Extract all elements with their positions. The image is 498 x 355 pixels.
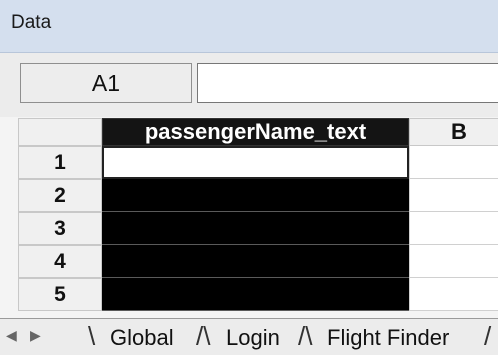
column-header-b[interactable]: B xyxy=(409,118,498,146)
name-box[interactable]: A1 xyxy=(20,63,192,103)
column-header-a[interactable]: passengerName_text xyxy=(102,118,409,146)
row-header[interactable]: 1 xyxy=(18,146,102,179)
row-header[interactable]: 2 xyxy=(18,179,102,212)
sheet-tab-bar: ◀ ▶ \ Global /\ Login /\ Flight Finder / xyxy=(0,318,498,355)
panel-titlebar: Data xyxy=(0,0,498,53)
triangle-right-icon[interactable]: ▶ xyxy=(30,327,41,344)
row-header[interactable]: 3 xyxy=(18,212,102,245)
cell-b5[interactable] xyxy=(409,278,498,311)
cell-a5[interactable] xyxy=(102,278,409,311)
cell-a3[interactable] xyxy=(102,212,409,245)
formula-input[interactable] xyxy=(197,63,498,103)
tab-login[interactable]: Login xyxy=(226,325,280,351)
panel-title: Data xyxy=(11,12,52,33)
cell-b4[interactable] xyxy=(409,245,498,278)
cell-a4[interactable] xyxy=(102,245,409,278)
tab-separator: /\ xyxy=(298,321,313,351)
tab-global[interactable]: Global xyxy=(110,325,174,351)
tab-separator: \ xyxy=(88,321,96,351)
triangle-left-icon[interactable]: ◀ xyxy=(6,327,17,344)
cell-a2[interactable] xyxy=(102,179,409,212)
data-table-window: Data A1 passengerName_text B 1 2 3 4 5 ◀… xyxy=(0,0,498,355)
select-all-corner[interactable] xyxy=(18,118,102,146)
tab-separator: / xyxy=(484,321,492,351)
cell-b3[interactable] xyxy=(409,212,498,245)
row-header[interactable]: 5 xyxy=(18,278,102,311)
tab-flight-finder[interactable]: Flight Finder xyxy=(327,325,449,351)
row-header[interactable]: 4 xyxy=(18,245,102,278)
cell-b1[interactable] xyxy=(409,146,498,179)
cell-a1[interactable] xyxy=(102,146,409,179)
cell-b2[interactable] xyxy=(409,179,498,212)
tab-separator: /\ xyxy=(196,321,211,351)
